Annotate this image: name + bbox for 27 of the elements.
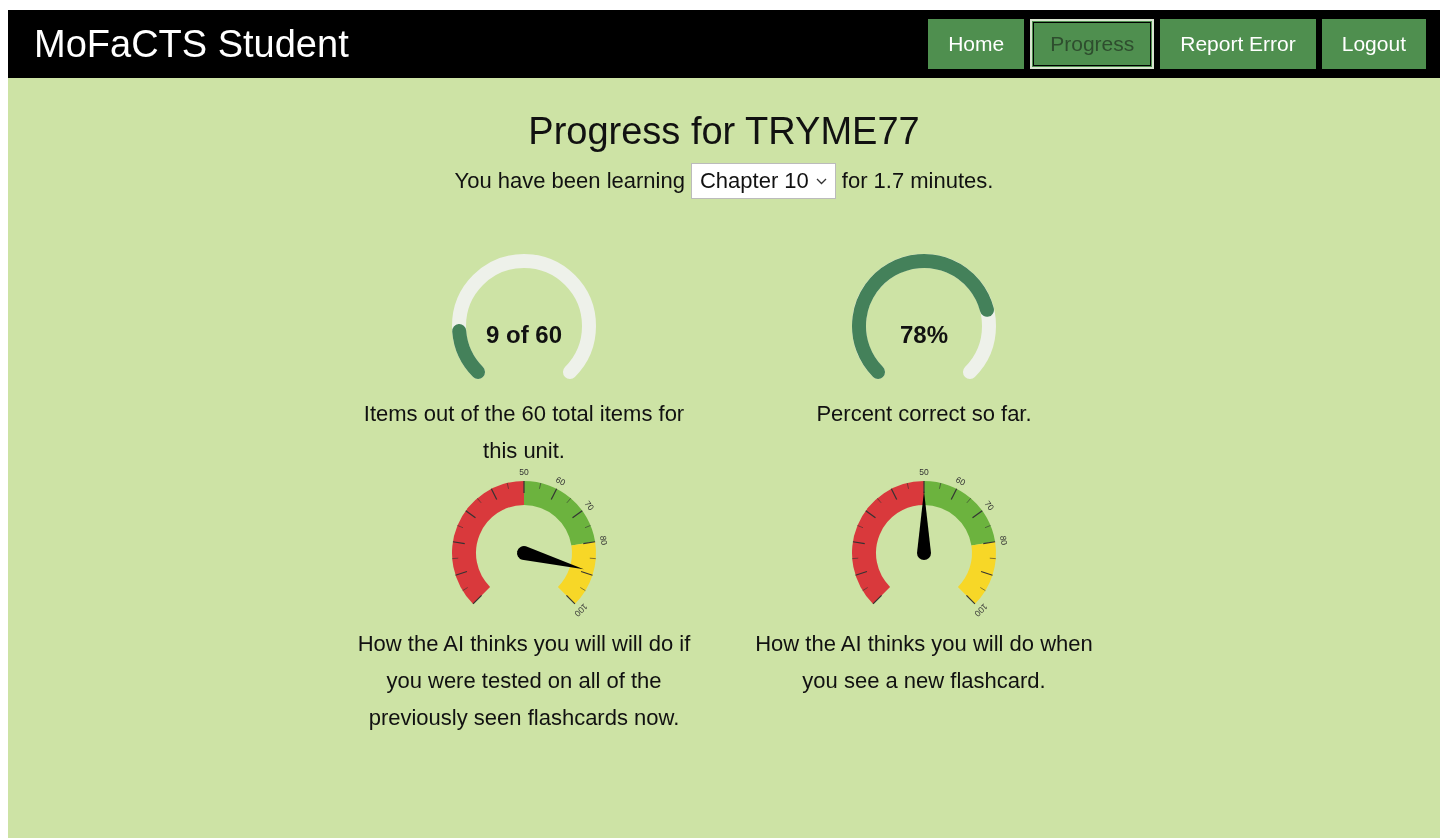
gauge-tick-label: 70 — [982, 498, 997, 513]
gauge-tick-label: 50 — [519, 467, 529, 478]
gauge-tick-label: 80 — [998, 534, 1010, 546]
ring-caption: Percent correct so far. — [815, 400, 1033, 428]
gauge-tick-label: 50 — [919, 467, 929, 478]
gauge-tick-label: 100 — [972, 601, 990, 619]
gauge-tick-label: 60 — [554, 474, 568, 488]
gauge-caption: How the AI thinks you will will do if you were tested on all of the previously seen flashcards now. — [356, 630, 692, 732]
gauge-needle — [517, 546, 584, 570]
ring-value: 78% — [898, 321, 949, 349]
page-heading: Progress for TRYME77 — [528, 110, 920, 153]
ring-caption: Items out of the 60 total items for this unit. — [362, 400, 686, 465]
gauge-tick-label: 60 — [954, 474, 968, 488]
gauge-tick-label: 100 — [572, 601, 590, 619]
gauge-tick-label: 70 — [582, 498, 597, 513]
nav-button[interactable]: Logout — [1321, 19, 1426, 69]
gauge-tick-label: 80 — [598, 534, 610, 546]
gauge-caption: How the AI thinks you will do when you see a new flashcard. — [754, 630, 1094, 695]
duration-label: for 1.7 minutes. — [841, 168, 994, 194]
brand-title[interactable]: MoFaCTS Student — [34, 22, 349, 66]
learning-label: You have been learning — [454, 168, 685, 194]
ring-value: 9 of 60 — [485, 321, 563, 349]
nav-button[interactable]: Home — [928, 19, 1025, 69]
nav-button[interactable]: Report Error — [1160, 19, 1316, 69]
unit-dropdown[interactable]: Chapter 10 — [690, 163, 836, 199]
chevron-down-icon — [815, 177, 827, 185]
nav-button[interactable]: Progress — [1030, 19, 1155, 69]
